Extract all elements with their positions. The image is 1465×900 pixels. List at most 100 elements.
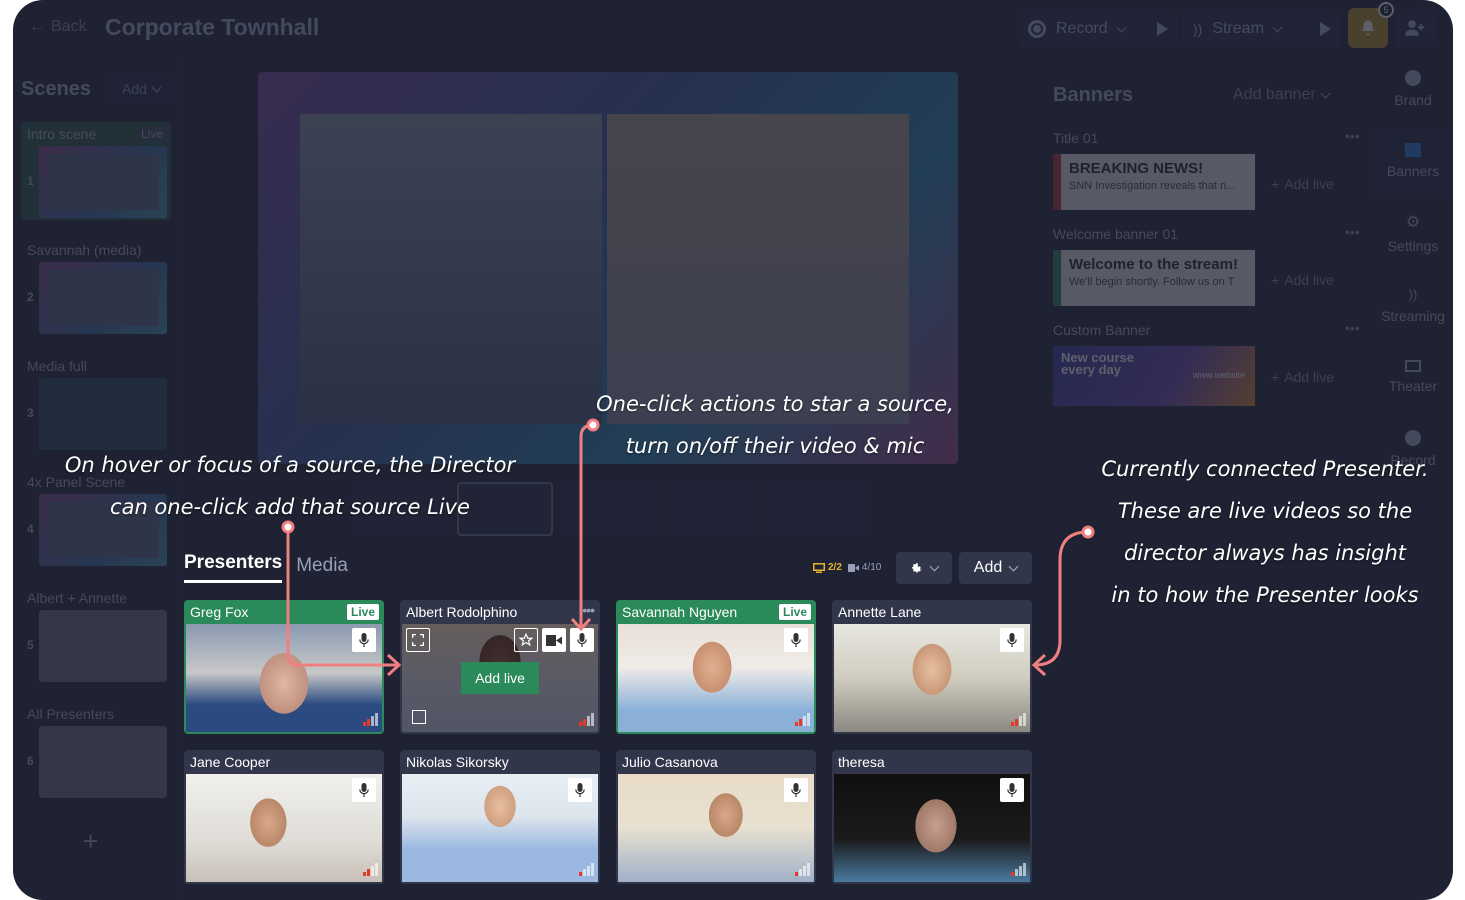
mic-toggle[interactable] (784, 778, 808, 802)
tab-media[interactable]: Media (296, 555, 348, 583)
scene-number: 4 (27, 522, 34, 536)
gear-icon: ⚙ (1405, 214, 1421, 231)
nav-settings[interactable]: ⚙ Settings (1373, 200, 1453, 266)
signal-strength-icon (795, 863, 810, 876)
presenter-name: Julio Casanova (622, 754, 718, 770)
tab-presenters[interactable]: Presenters (184, 552, 283, 583)
live-badge: Live (346, 604, 379, 620)
scene-number: 2 (27, 290, 34, 304)
mic-toggle[interactable] (568, 778, 592, 802)
presenter-video (834, 624, 1030, 732)
annotation-line: These are live videos so the (1117, 499, 1413, 523)
signal-strength-icon (363, 713, 378, 726)
banner-card[interactable]: Welcome to the stream! We'll begin short… (1053, 250, 1255, 306)
presenter-card[interactable]: Greg Fox Live (184, 600, 384, 734)
scene-number: 6 (27, 754, 34, 768)
presenter-card[interactable]: Nikolas Sikorsky (400, 750, 600, 884)
presenter-name: theresa (838, 754, 885, 770)
signal-strength-icon (579, 713, 594, 726)
mic-toggle[interactable] (784, 628, 808, 652)
signal-strength-icon (579, 863, 594, 876)
add-banner-dropdown[interactable]: Add banner (1233, 78, 1343, 112)
nav-streaming[interactable]: )) Streaming (1373, 272, 1453, 338)
back-button[interactable]: ← Back (29, 18, 87, 36)
add-live-button[interactable]: + Add live (1271, 168, 1363, 200)
screen-count-value: 2/2 (828, 562, 842, 573)
scene-name: Media full (27, 358, 87, 374)
mic-toggle[interactable] (352, 778, 376, 802)
add-live-button[interactable]: + Add live (1271, 264, 1363, 296)
star-button[interactable] (514, 628, 538, 652)
nav-theater[interactable]: Theater (1373, 344, 1453, 410)
rss-icon: )) (1193, 21, 1203, 37)
presenter-video (186, 624, 382, 732)
layout-option[interactable] (561, 482, 657, 536)
presenter-card[interactable]: Jane Cooper (184, 750, 384, 884)
mic-toggle[interactable] (570, 628, 594, 652)
scene-number: 1 (27, 174, 34, 188)
signal-strength-icon (1011, 713, 1026, 726)
gear-icon (912, 562, 922, 573)
scene-number: 5 (27, 638, 34, 652)
notification-count: 5 (1378, 2, 1394, 18)
add-scene-label: Add (122, 81, 147, 97)
presenter-name: Nikolas Sikorsky (406, 754, 509, 770)
nav-label: Streaming (1381, 307, 1445, 324)
presenter-video: Add live (402, 624, 598, 732)
presenter-card[interactable]: Savannah Nguyen Live (616, 600, 816, 734)
add-scene-plus-icon[interactable]: + (83, 826, 98, 857)
play-icon[interactable] (1320, 22, 1331, 36)
more-icon[interactable]: ••• (1345, 128, 1360, 144)
annotation-line: can one-click add that source Live (110, 495, 470, 519)
stage-camera (607, 114, 909, 424)
back-label: Back (51, 18, 87, 35)
scene-item[interactable]: Media full 3 (21, 354, 171, 452)
camera-count: 4/10 (847, 562, 881, 573)
record-icon (1028, 20, 1046, 38)
presenter-card[interactable]: Julio Casanova (616, 750, 816, 884)
nav-banners[interactable]: Banners (1373, 128, 1453, 194)
record-control[interactable]: Record (1018, 10, 1178, 48)
fullscreen-button[interactable] (406, 628, 430, 652)
scene-item[interactable]: All Presenters 6 (21, 702, 171, 800)
scene-item[interactable]: Intro scene Live 1 (21, 122, 171, 220)
scene-item[interactable]: Savannah (media) 2 (21, 238, 171, 336)
more-icon[interactable]: ••• (1345, 224, 1360, 240)
add-live-label: Add live (1284, 272, 1334, 288)
more-icon[interactable]: ••• (1345, 320, 1360, 336)
video-toggle[interactable] (542, 628, 566, 652)
rss-icon: )) (1408, 286, 1418, 302)
add-live-button[interactable]: + Add live (1271, 361, 1363, 393)
add-user-icon (1405, 20, 1425, 36)
microphone-icon (791, 783, 801, 797)
mic-toggle[interactable] (1000, 628, 1024, 652)
microphone-icon (359, 633, 369, 647)
scene-number: 3 (27, 406, 34, 420)
notifications-button[interactable]: 5 (1348, 2, 1394, 48)
mic-toggle[interactable] (1000, 778, 1024, 802)
layout-option-media[interactable] (769, 482, 865, 536)
scene-item[interactable]: Albert + Annette 5 (21, 586, 171, 684)
add-live-button[interactable]: Add live (461, 662, 539, 694)
camera-icon (847, 563, 859, 572)
banner-label: Welcome banner 01 (1053, 226, 1179, 242)
presenter-card-hovered[interactable]: Albert Rodolphino ••• Add live (400, 600, 600, 734)
mic-toggle[interactable] (352, 628, 376, 652)
stream-control[interactable]: )) Stream (1183, 10, 1341, 48)
source-settings-dropdown[interactable] (896, 552, 952, 584)
play-icon[interactable] (1157, 22, 1168, 36)
add-scene-dropdown[interactable]: Add (110, 74, 172, 104)
select-checkbox[interactable] (412, 710, 426, 724)
nav-brand[interactable]: Brand (1373, 56, 1453, 122)
banners-heading: Banners (1053, 84, 1134, 106)
more-icon[interactable]: ••• (582, 602, 595, 618)
presenter-card[interactable]: Annette Lane (832, 600, 1032, 734)
banners-panel: Banners Add banner Title 01 ••• BREAKING… (1033, 56, 1373, 416)
add-source-dropdown[interactable]: Add (959, 552, 1032, 584)
microphone-icon (1007, 633, 1017, 647)
presenter-card[interactable]: theresa (832, 750, 1032, 884)
layout-option-screen[interactable] (665, 482, 761, 536)
banner-card[interactable]: New course every day www.website (1053, 346, 1255, 406)
invite-user-button[interactable] (1395, 8, 1435, 48)
banner-card[interactable]: BREAKING NEWS! SNN Investigation reveals… (1053, 154, 1255, 210)
